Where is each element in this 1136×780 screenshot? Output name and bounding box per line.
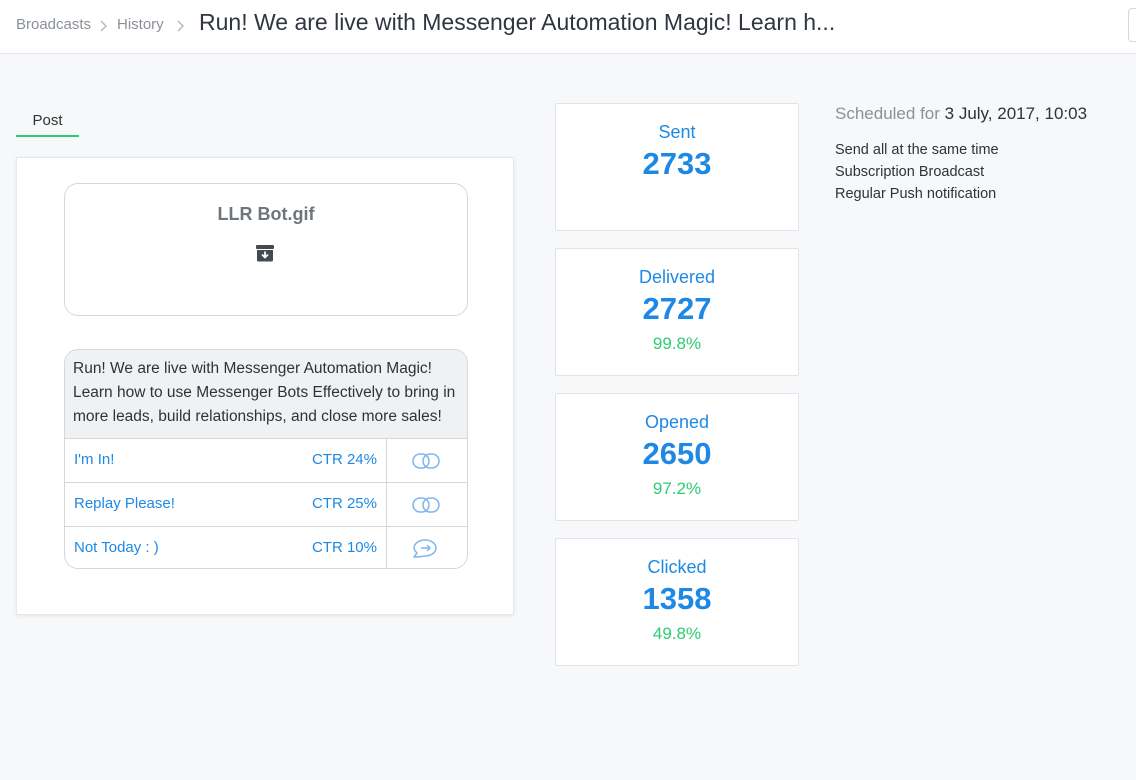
button-ctr: CTR 25% [311, 495, 377, 512]
stat-card-sent: Sent 2733 [555, 103, 799, 231]
media-filename: LLR Bot.gif [217, 204, 315, 224]
stat-card-opened: Opened 2650 97.2% [555, 393, 799, 521]
quick-button-not-today[interactable]: Not Today : ) CTR 10% [65, 526, 467, 568]
stat-value: 2733 [642, 146, 712, 181]
link-icon [410, 449, 442, 473]
stat-label: Sent [658, 122, 696, 142]
breadcrumb-broadcasts[interactable]: Broadcasts [16, 16, 91, 33]
header-action-button[interactable] [1128, 8, 1136, 42]
quick-button-im-in[interactable]: I'm In! CTR 24% [65, 438, 467, 482]
stat-percent: 97.2% [652, 479, 702, 498]
stat-percent: 49.8% [652, 624, 702, 643]
top-bar: Broadcasts History Run! We are live with… [0, 0, 1136, 54]
download-box-icon[interactable] [255, 243, 275, 263]
divider [386, 483, 387, 526]
button-label: Replay Please! [74, 495, 175, 512]
stat-value: 1358 [642, 581, 712, 616]
divider [386, 439, 387, 482]
stat-card-clicked: Clicked 1358 49.8% [555, 538, 799, 666]
message-bubble: Run! We are live with Messenger Automati… [64, 349, 468, 569]
tab-post[interactable]: Post [16, 112, 79, 137]
media-attachment[interactable]: LLR Bot.gif [64, 183, 468, 316]
schedule-datetime: 3 July, 2017, 10:03 [944, 104, 1088, 123]
stat-label: Opened [644, 412, 710, 432]
reply-bubble-icon [410, 537, 442, 561]
button-label: I'm In! [74, 451, 115, 468]
page-title: Run! We are live with Messenger Automati… [199, 9, 836, 35]
stat-value: 2727 [642, 291, 712, 326]
breadcrumb-history[interactable]: History [117, 16, 164, 33]
chevron-right-icon [97, 16, 111, 36]
schedule-option: Regular Push notification [835, 186, 997, 202]
button-ctr: CTR 24% [311, 451, 377, 468]
quick-button-replay-please[interactable]: Replay Please! CTR 25% [65, 482, 467, 526]
stat-label: Clicked [647, 557, 707, 577]
schedule-option: Subscription Broadcast [835, 164, 985, 180]
stat-percent: 99.8% [652, 334, 702, 353]
message-text: Run! We are live with Messenger Automati… [65, 350, 467, 438]
schedule-option: Send all at the same time [835, 142, 999, 158]
post-preview-card: LLR Bot.gif Run! We are live with Messen… [16, 157, 514, 615]
chevron-right-icon [174, 16, 188, 36]
schedule-info: Scheduled for 3 July, 2017, 10:03 [835, 104, 1087, 124]
link-icon [410, 493, 442, 517]
button-ctr: CTR 10% [311, 539, 377, 556]
stat-label: Delivered [638, 267, 716, 287]
button-label: Not Today : ) [74, 539, 159, 556]
stat-value: 2650 [642, 436, 712, 471]
stat-card-delivered: Delivered 2727 99.8% [555, 248, 799, 376]
schedule-prefix: Scheduled for [835, 104, 940, 123]
divider [386, 527, 387, 568]
